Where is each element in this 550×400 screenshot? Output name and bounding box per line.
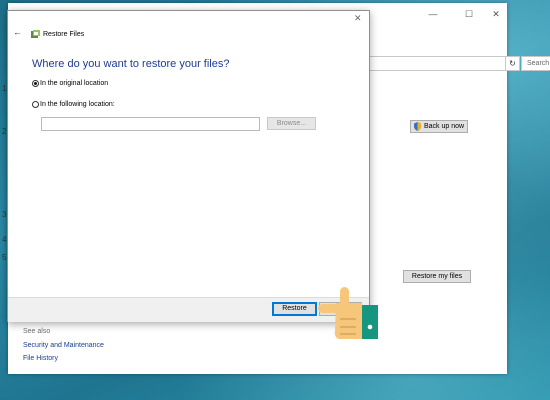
- minimize-icon[interactable]: —: [425, 7, 441, 21]
- back-up-now-button[interactable]: Back up now: [410, 120, 468, 133]
- back-up-now-label: Back up now: [423, 123, 465, 130]
- edge-mark: 2: [2, 127, 7, 136]
- security-and-maintenance-link[interactable]: Security and Maintenance: [23, 342, 104, 349]
- edge-mark: 4: [2, 235, 7, 244]
- restore-my-files-button[interactable]: Restore my files: [403, 270, 471, 283]
- refresh-icon[interactable]: ↻: [505, 56, 520, 71]
- restore-files-dialog: ← Restore Files ✕ Where do you want to r…: [7, 10, 370, 322]
- dialog-heading: Where do you want to restore your files?: [32, 58, 230, 70]
- edge-mark: 3: [2, 210, 7, 219]
- dialog-close-icon[interactable]: ✕: [354, 13, 362, 24]
- restore-button[interactable]: Restore: [272, 302, 317, 316]
- search-input[interactable]: Search: [521, 56, 550, 71]
- following-location-radio[interactable]: [32, 101, 39, 108]
- address-bar[interactable]: ⌄: [360, 56, 517, 71]
- following-location-label[interactable]: In the following location:: [40, 101, 115, 108]
- close-icon[interactable]: ✕: [488, 7, 504, 21]
- back-arrow-icon[interactable]: ←: [13, 27, 22, 37]
- shield-icon: [414, 122, 421, 131]
- edge-mark: 5: [2, 253, 7, 262]
- location-path-input[interactable]: [41, 117, 260, 131]
- browse-button[interactable]: Browse...: [267, 117, 316, 130]
- original-location-label[interactable]: In the original location: [40, 80, 108, 87]
- restore-files-icon: [31, 30, 40, 38]
- maximize-icon[interactable]: ☐: [461, 7, 477, 21]
- file-history-link[interactable]: File History: [23, 355, 58, 362]
- edge-mark: 1: [2, 84, 7, 93]
- see-also-heading: See also: [23, 328, 51, 335]
- pointing-hand-icon: [318, 287, 378, 339]
- original-location-radio[interactable]: [32, 80, 39, 87]
- dialog-title: Restore Files: [43, 31, 85, 38]
